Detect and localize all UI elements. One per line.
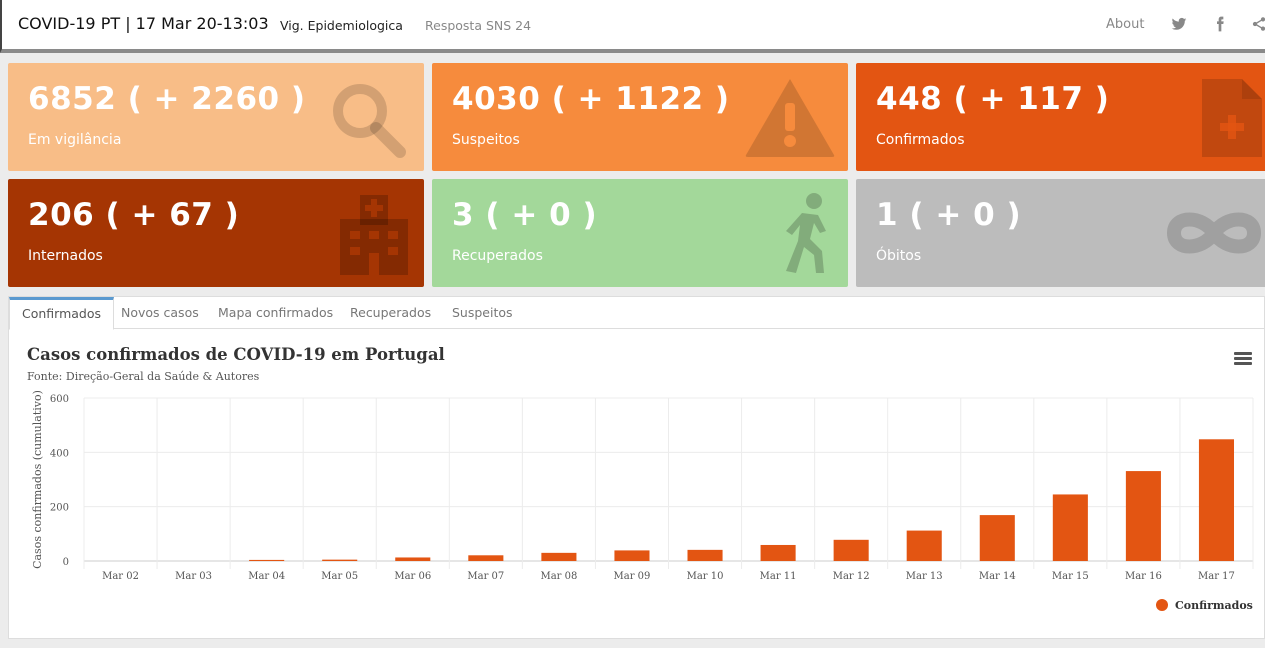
x-tick-label: Mar 16 (1125, 571, 1162, 582)
x-tick-label: Mar 03 (175, 571, 212, 582)
x-tick-label: Mar 04 (248, 571, 285, 582)
bar (614, 550, 650, 561)
box-em-vigilancia: 6852 ( + 2260 ) Em vigilância (8, 63, 424, 171)
bar (322, 559, 358, 561)
bar (1052, 494, 1088, 561)
x-tick-label: Mar 05 (321, 571, 358, 582)
x-tick-label: Mar 09 (614, 571, 651, 582)
medical-file-icon (1202, 79, 1262, 157)
box-label: Em vigilância (28, 132, 122, 148)
x-tick-label: Mar 11 (760, 571, 797, 582)
x-tick-label: Mar 17 (1198, 571, 1235, 582)
chart-panel: Confirmados Novos casos Mapa confirmados… (8, 296, 1265, 639)
x-tick-label: Mar 08 (540, 571, 577, 582)
y-tick-label: 600 (50, 394, 69, 405)
x-tick-label: Mar 14 (979, 571, 1016, 582)
search-icon (333, 84, 406, 158)
box-value: 1 ( + 0 ) (876, 197, 1022, 233)
bar (249, 559, 285, 561)
box-value: 6852 ( + 2260 ) (28, 81, 306, 117)
box-confirmados: 448 ( + 117 ) Confirmados (856, 63, 1265, 171)
bar (468, 555, 504, 561)
bar (760, 544, 796, 561)
box-value: 206 ( + 67 ) (28, 197, 240, 233)
bar (833, 539, 869, 561)
y-tick-label: 400 (50, 448, 69, 459)
x-tick-label: Mar 12 (833, 571, 870, 582)
legend-marker (1156, 599, 1168, 611)
x-tick-label: Mar 15 (1052, 571, 1089, 582)
bar (541, 552, 577, 561)
bar-chart: 0 200 400 600 Mar 02 Mar 03 Mar 04 Mar 05 Mar 06… (31, 390, 1254, 612)
hospital-icon (340, 195, 408, 275)
box-label: Recuperados (452, 248, 543, 264)
bar (906, 530, 942, 561)
x-tick-label: Mar 07 (467, 571, 504, 582)
warning-icon (745, 79, 835, 157)
nav-link-resposta-sns24[interactable]: Resposta SNS 24 (425, 18, 531, 33)
x-tick-label: Mar 13 (906, 571, 943, 582)
box-label: Internados (28, 248, 103, 264)
legend-label: Confirmados (1175, 599, 1253, 612)
nav-link-vig-epidemiologica[interactable]: Vig. Epidemiologica (280, 18, 403, 33)
y-tick-label: 200 (50, 503, 69, 514)
box-value: 4030 ( + 1122 ) (452, 81, 730, 117)
y-axis-label: Casos confirmados (cumulativo) (31, 390, 44, 569)
box-label: Óbitos (876, 248, 922, 264)
walking-person-icon (786, 193, 826, 273)
bar (979, 515, 1015, 561)
x-tick-label: Mar 10 (687, 571, 724, 582)
box-suspeitos: 4030 ( + 1122 ) Suspeitos (432, 63, 848, 171)
bar (1198, 439, 1235, 561)
box-label: Suspeitos (452, 132, 520, 148)
box-internados: 206 ( + 67 ) Internados (8, 179, 424, 287)
twitter-icon[interactable] (1171, 16, 1187, 32)
facebook-icon[interactable] (1212, 16, 1228, 32)
box-value: 3 ( + 0 ) (452, 197, 598, 233)
x-tick-label: Mar 02 (102, 571, 139, 582)
box-label: Confirmados (876, 132, 965, 148)
y-tick-label: 0 (63, 557, 69, 568)
bar (687, 549, 723, 561)
bar (395, 557, 431, 561)
navbar: COVID-19 PT | 17 Mar 20-13:03 Vig. Epide… (0, 0, 1265, 53)
brand-title[interactable]: COVID-19 PT | 17 Mar 20-13:03 (18, 14, 269, 33)
bar (1125, 471, 1161, 561)
nav-link-about[interactable]: About (1106, 17, 1144, 32)
box-recuperados: 3 ( + 0 ) Recuperados (432, 179, 848, 287)
x-tick-label: Mar 06 (394, 571, 431, 582)
share-icon[interactable] (1251, 16, 1265, 32)
box-obitos: 1 ( + 0 ) Óbitos (856, 179, 1265, 287)
box-value: 448 ( + 117 ) (876, 81, 1110, 117)
infinity-icon (1166, 212, 1262, 254)
